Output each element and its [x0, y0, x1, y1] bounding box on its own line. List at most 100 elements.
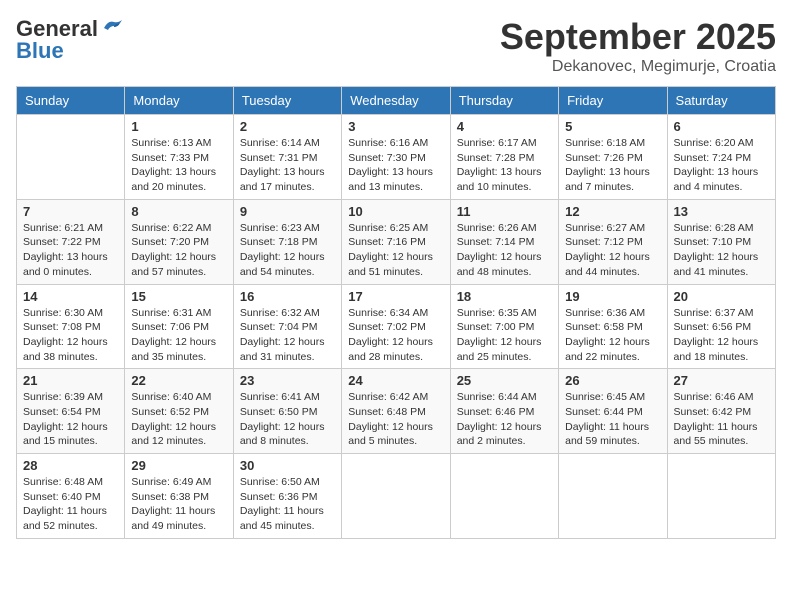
- calendar-week-row: 28Sunrise: 6:48 AMSunset: 6:40 PMDayligh…: [17, 454, 776, 539]
- calendar-cell: 4 Sunrise: 6:17 AMSunset: 7:28 PMDaylight…: [450, 115, 558, 200]
- day-number: 4: [457, 119, 552, 134]
- weekday-header-tuesday: Tuesday: [233, 87, 341, 115]
- month-year-title: September 2025: [500, 16, 776, 58]
- day-number: 22: [131, 373, 226, 388]
- calendar-cell: 16 Sunrise: 6:32 AMSunset: 7:04 PMDayligh…: [233, 284, 341, 369]
- calendar-cell: 28Sunrise: 6:48 AMSunset: 6:40 PMDayligh…: [17, 454, 125, 539]
- weekday-header-row: SundayMondayTuesdayWednesdayThursdayFrid…: [17, 87, 776, 115]
- logo-blue-text: Blue: [16, 38, 64, 64]
- day-number: 27: [674, 373, 769, 388]
- calendar-week-row: 7 Sunrise: 6:21 AMSunset: 7:22 PMDaylight…: [17, 199, 776, 284]
- calendar-cell: 2 Sunrise: 6:14 AMSunset: 7:31 PMDaylight…: [233, 115, 341, 200]
- day-number: 13: [674, 204, 769, 219]
- day-number: 12: [565, 204, 660, 219]
- day-number: 26: [565, 373, 660, 388]
- day-number: 7: [23, 204, 118, 219]
- day-info: Sunrise: 6:48 AMSunset: 6:40 PMDaylight:…: [23, 475, 118, 534]
- calendar-cell: 23 Sunrise: 6:41 AMSunset: 6:50 PMDayligh…: [233, 369, 341, 454]
- day-number: 15: [131, 289, 226, 304]
- day-info: Sunrise: 6:18 AMSunset: 7:26 PMDaylight:…: [565, 136, 660, 195]
- day-number: 23: [240, 373, 335, 388]
- day-info: Sunrise: 6:46 AMSunset: 6:42 PMDaylight:…: [674, 390, 769, 449]
- calendar-cell: 29Sunrise: 6:49 AMSunset: 6:38 PMDayligh…: [125, 454, 233, 539]
- day-number: 29: [131, 458, 226, 473]
- calendar-cell: 8 Sunrise: 6:22 AMSunset: 7:20 PMDaylight…: [125, 199, 233, 284]
- location-subtitle: Dekanovec, Megimurje, Croatia: [500, 58, 776, 76]
- weekday-header-saturday: Saturday: [667, 87, 775, 115]
- day-info: Sunrise: 6:42 AMSunset: 6:48 PMDaylight:…: [348, 390, 443, 449]
- calendar-cell: 5 Sunrise: 6:18 AMSunset: 7:26 PMDaylight…: [559, 115, 667, 200]
- day-number: 10: [348, 204, 443, 219]
- calendar-cell: 25Sunrise: 6:44 AMSunset: 6:46 PMDayligh…: [450, 369, 558, 454]
- title-area: September 2025 Dekanovec, Megimurje, Cro…: [500, 16, 776, 76]
- day-info: Sunrise: 6:28 AMSunset: 7:10 PMDaylight:…: [674, 221, 769, 280]
- day-number: 11: [457, 204, 552, 219]
- logo: General Blue: [16, 16, 124, 64]
- day-info: Sunrise: 6:35 AMSunset: 7:00 PMDaylight:…: [457, 306, 552, 365]
- calendar-cell: 13 Sunrise: 6:28 AMSunset: 7:10 PMDayligh…: [667, 199, 775, 284]
- weekday-header-friday: Friday: [559, 87, 667, 115]
- day-info: Sunrise: 6:32 AMSunset: 7:04 PMDaylight:…: [240, 306, 335, 365]
- day-info: Sunrise: 6:40 AMSunset: 6:52 PMDaylight:…: [131, 390, 226, 449]
- day-info: Sunrise: 6:27 AMSunset: 7:12 PMDaylight:…: [565, 221, 660, 280]
- day-number: 6: [674, 119, 769, 134]
- calendar-cell: 14 Sunrise: 6:30 AMSunset: 7:08 PMDayligh…: [17, 284, 125, 369]
- calendar-cell: [450, 454, 558, 539]
- calendar-cell: 24 Sunrise: 6:42 AMSunset: 6:48 PMDayligh…: [342, 369, 450, 454]
- calendar-week-row: 14 Sunrise: 6:30 AMSunset: 7:08 PMDayligh…: [17, 284, 776, 369]
- calendar-cell: 10Sunrise: 6:25 AMSunset: 7:16 PMDayligh…: [342, 199, 450, 284]
- calendar-cell: 12 Sunrise: 6:27 AMSunset: 7:12 PMDayligh…: [559, 199, 667, 284]
- day-number: 19: [565, 289, 660, 304]
- calendar-cell: 1 Sunrise: 6:13 AMSunset: 7:33 PMDaylight…: [125, 115, 233, 200]
- day-number: 1: [131, 119, 226, 134]
- day-info: Sunrise: 6:44 AMSunset: 6:46 PMDaylight:…: [457, 390, 552, 449]
- calendar-cell: 21 Sunrise: 6:39 AMSunset: 6:54 PMDayligh…: [17, 369, 125, 454]
- calendar-cell: 7 Sunrise: 6:21 AMSunset: 7:22 PMDaylight…: [17, 199, 125, 284]
- day-info: Sunrise: 6:20 AMSunset: 7:24 PMDaylight:…: [674, 136, 769, 195]
- day-number: 9: [240, 204, 335, 219]
- day-info: Sunrise: 6:30 AMSunset: 7:08 PMDaylight:…: [23, 306, 118, 365]
- page-header: General Blue September 2025 Dekanovec, M…: [16, 16, 776, 76]
- calendar-cell: 17Sunrise: 6:34 AMSunset: 7:02 PMDayligh…: [342, 284, 450, 369]
- day-info: Sunrise: 6:41 AMSunset: 6:50 PMDaylight:…: [240, 390, 335, 449]
- day-info: Sunrise: 6:26 AMSunset: 7:14 PMDaylight:…: [457, 221, 552, 280]
- day-info: Sunrise: 6:36 AMSunset: 6:58 PMDaylight:…: [565, 306, 660, 365]
- calendar-cell: 9 Sunrise: 6:23 AMSunset: 7:18 PMDaylight…: [233, 199, 341, 284]
- day-number: 3: [348, 119, 443, 134]
- day-number: 17: [348, 289, 443, 304]
- calendar-cell: 26 Sunrise: 6:45 AMSunset: 6:44 PMDayligh…: [559, 369, 667, 454]
- day-info: Sunrise: 6:17 AMSunset: 7:28 PMDaylight:…: [457, 136, 552, 195]
- day-number: 21: [23, 373, 118, 388]
- calendar-cell: [342, 454, 450, 539]
- day-number: 2: [240, 119, 335, 134]
- day-number: 5: [565, 119, 660, 134]
- day-number: 30: [240, 458, 335, 473]
- day-number: 16: [240, 289, 335, 304]
- day-number: 24: [348, 373, 443, 388]
- day-number: 18: [457, 289, 552, 304]
- weekday-header-wednesday: Wednesday: [342, 87, 450, 115]
- day-info: Sunrise: 6:22 AMSunset: 7:20 PMDaylight:…: [131, 221, 226, 280]
- calendar-cell: 6 Sunrise: 6:20 AMSunset: 7:24 PMDaylight…: [667, 115, 775, 200]
- day-info: Sunrise: 6:39 AMSunset: 6:54 PMDaylight:…: [23, 390, 118, 449]
- weekday-header-sunday: Sunday: [17, 87, 125, 115]
- calendar-cell: [667, 454, 775, 539]
- weekday-header-monday: Monday: [125, 87, 233, 115]
- day-number: 20: [674, 289, 769, 304]
- calendar-cell: 20 Sunrise: 6:37 AMSunset: 6:56 PMDayligh…: [667, 284, 775, 369]
- day-info: Sunrise: 6:21 AMSunset: 7:22 PMDaylight:…: [23, 221, 118, 280]
- calendar-cell: 18 Sunrise: 6:35 AMSunset: 7:00 PMDayligh…: [450, 284, 558, 369]
- day-info: Sunrise: 6:45 AMSunset: 6:44 PMDaylight:…: [565, 390, 660, 449]
- day-info: Sunrise: 6:23 AMSunset: 7:18 PMDaylight:…: [240, 221, 335, 280]
- day-info: Sunrise: 6:14 AMSunset: 7:31 PMDaylight:…: [240, 136, 335, 195]
- calendar-cell: 3 Sunrise: 6:16 AMSunset: 7:30 PMDaylight…: [342, 115, 450, 200]
- calendar-cell: [17, 115, 125, 200]
- day-info: Sunrise: 6:50 AMSunset: 6:36 PMDaylight:…: [240, 475, 335, 534]
- day-number: 14: [23, 289, 118, 304]
- day-info: Sunrise: 6:13 AMSunset: 7:33 PMDaylight:…: [131, 136, 226, 195]
- calendar-week-row: 21 Sunrise: 6:39 AMSunset: 6:54 PMDayligh…: [17, 369, 776, 454]
- weekday-header-thursday: Thursday: [450, 87, 558, 115]
- day-number: 8: [131, 204, 226, 219]
- day-info: Sunrise: 6:37 AMSunset: 6:56 PMDaylight:…: [674, 306, 769, 365]
- day-info: Sunrise: 6:16 AMSunset: 7:30 PMDaylight:…: [348, 136, 443, 195]
